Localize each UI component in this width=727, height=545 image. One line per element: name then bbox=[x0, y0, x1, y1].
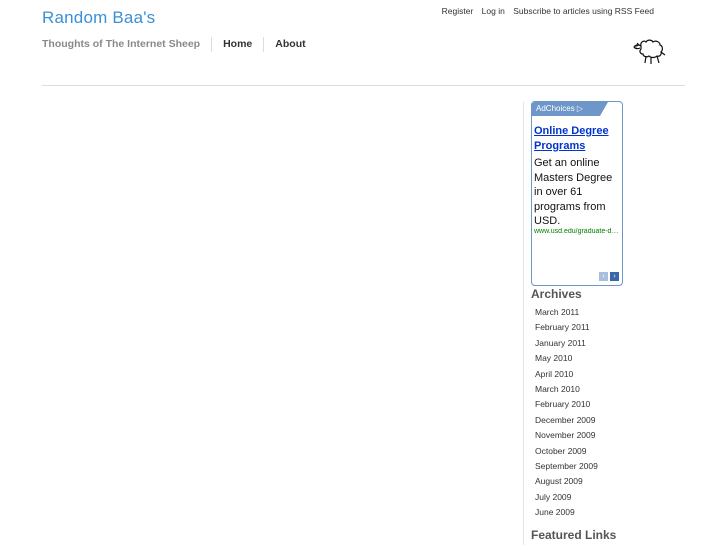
ad-next-icon[interactable]: › bbox=[610, 272, 619, 281]
archive-link[interactable]: June 2009 bbox=[535, 507, 598, 522]
archive-link[interactable]: January 2011 bbox=[535, 338, 598, 353]
rss-subscribe-link[interactable]: Subscribe to articles using RSS Feed bbox=[513, 6, 654, 16]
ad-headline-link[interactable]: Online Degree Programs bbox=[534, 124, 620, 154]
ad-prev-icon[interactable]: ‹ bbox=[599, 272, 608, 281]
archives-title: Archives bbox=[531, 287, 582, 301]
archive-link[interactable]: July 2009 bbox=[535, 492, 598, 507]
register-link[interactable]: Register bbox=[442, 6, 474, 16]
main-nav: Thoughts of The Internet Sheep Home Abou… bbox=[42, 37, 317, 52]
ad-body-text: Get an online Masters Degree in over 61 … bbox=[534, 157, 613, 227]
site-tagline: Thoughts of The Internet Sheep bbox=[42, 37, 213, 52]
top-nav: Register Log in Subscribe to articles us… bbox=[436, 6, 654, 16]
login-link[interactable]: Log in bbox=[482, 6, 505, 16]
archive-link[interactable]: February 2011 bbox=[535, 322, 598, 337]
archive-link[interactable]: September 2009 bbox=[535, 461, 598, 476]
featured-links-title: Featured Links bbox=[531, 528, 617, 542]
nav-home[interactable]: Home bbox=[212, 37, 265, 52]
nav-about[interactable]: About bbox=[264, 37, 316, 52]
archive-link[interactable]: May 2010 bbox=[535, 353, 598, 368]
archives-list: March 2011 February 2011 January 2011 Ma… bbox=[535, 307, 598, 522]
adchoices-badge[interactable]: AdChoices ▷ bbox=[532, 102, 608, 116]
archive-link[interactable]: October 2009 bbox=[535, 446, 598, 461]
sidebar-divider bbox=[523, 102, 524, 545]
ad-unit[interactable]: AdChoices ▷ Online Degree Programs Get a… bbox=[531, 101, 623, 286]
archive-link[interactable]: March 2010 bbox=[535, 384, 598, 399]
archive-link[interactable]: February 2010 bbox=[535, 399, 598, 414]
archive-link[interactable]: March 2011 bbox=[535, 307, 598, 322]
archive-link[interactable]: April 2010 bbox=[535, 369, 598, 384]
sheep-logo-icon bbox=[633, 39, 666, 64]
header-divider bbox=[42, 85, 685, 86]
site-title[interactable]: Random Baa's bbox=[42, 8, 155, 28]
archive-link[interactable]: November 2009 bbox=[535, 430, 598, 445]
archive-link[interactable]: August 2009 bbox=[535, 476, 598, 491]
archive-link[interactable]: December 2009 bbox=[535, 415, 598, 430]
ad-url-link[interactable]: www.usd.edu/graduate-degrees bbox=[534, 228, 620, 235]
